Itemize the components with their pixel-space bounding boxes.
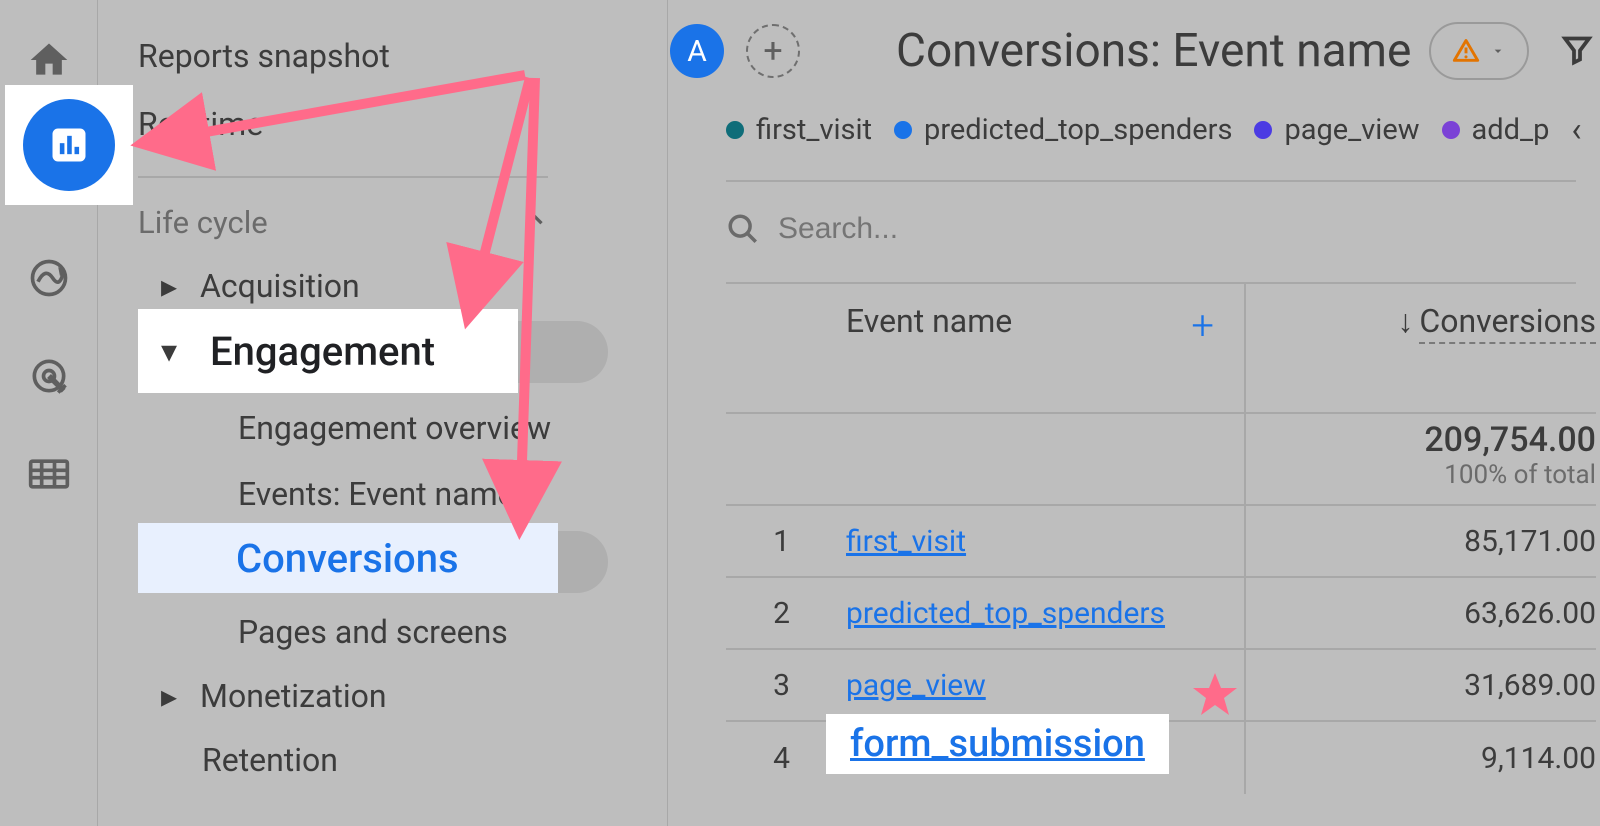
legend-item[interactable]: first_visit: [726, 113, 872, 147]
divider: [726, 180, 1576, 182]
search-input[interactable]: [778, 212, 1078, 246]
library-icon[interactable]: [19, 444, 79, 504]
event-link[interactable]: page_view: [846, 668, 986, 703]
nav-label: Monetization: [200, 677, 387, 715]
legend-item[interactable]: predicted_top_spenders: [894, 113, 1232, 147]
caret-down-icon: [1490, 43, 1506, 59]
nav-engagement[interactable]: ▾ Engagement: [138, 317, 598, 395]
home-icon[interactable]: [19, 30, 79, 90]
legend-label: predicted_top_spenders: [924, 113, 1232, 147]
nav-label: Acquisition: [200, 267, 360, 305]
legend-prev-icon[interactable]: ‹: [1571, 110, 1581, 150]
segment-chip[interactable]: A: [670, 24, 724, 78]
col-label: Event name: [846, 302, 1012, 340]
nav-events[interactable]: Events: Event name: [138, 461, 667, 527]
conversions-table: Event name + ↓Conversions 209,754.00 100…: [726, 284, 1596, 794]
legend-label: first_visit: [756, 113, 872, 147]
caret-right-icon: ▸: [158, 267, 180, 305]
nav-label: Conversions: [236, 535, 459, 582]
event-link[interactable]: first_visit: [846, 524, 966, 559]
main-content: A + Conversions: Event name first_visit …: [670, 0, 1600, 826]
col-header-event-name[interactable]: Event name +: [726, 284, 1246, 412]
table-row: 1 first_visit 85,171.00: [726, 506, 1596, 578]
divider: [138, 176, 548, 178]
chart-legend: first_visit predicted_top_spenders page_…: [726, 110, 1596, 170]
legend-item[interactable]: add_p: [1442, 113, 1550, 147]
legend-label: add_p: [1472, 113, 1550, 147]
row-index: 2: [726, 596, 846, 631]
explore-icon[interactable]: [19, 248, 79, 308]
nav-realtime[interactable]: Realtime: [138, 90, 667, 158]
reports-icon-active[interactable]: [5, 85, 133, 205]
legend-item[interactable]: page_view: [1254, 113, 1419, 147]
table-row: 2 predicted_top_spenders 63,626.00: [726, 578, 1596, 650]
caret-down-icon: ▾: [158, 332, 180, 370]
row-value: 85,171.00: [1246, 524, 1596, 559]
chevron-up-icon: [522, 204, 548, 241]
filter-icon[interactable]: [1559, 31, 1595, 71]
row-value: 31,689.00: [1246, 668, 1596, 703]
table-header-row: Event name + ↓Conversions: [726, 284, 1596, 414]
total-percent: 100% of total: [1444, 460, 1596, 490]
ads-icon[interactable]: [19, 346, 79, 406]
table-summary-row: 209,754.00 100% of total: [726, 414, 1596, 506]
nav-label: Engagement: [210, 328, 435, 375]
table-search[interactable]: [726, 212, 1078, 246]
event-link[interactable]: form_submission: [850, 722, 1145, 766]
col-header-conversions[interactable]: ↓Conversions: [1246, 284, 1596, 412]
nav-retention[interactable]: Retention: [138, 727, 667, 793]
row-index: 1: [726, 524, 846, 559]
row-index: 3: [726, 668, 846, 703]
insights-alert-button[interactable]: [1429, 22, 1529, 80]
nav-monetization[interactable]: ▸ Monetization: [138, 665, 598, 727]
alert-triangle-icon: [1452, 37, 1480, 65]
row-value: 9,114.00: [1246, 741, 1596, 776]
add-segment-button[interactable]: +: [746, 24, 800, 78]
row-value: 63,626.00: [1246, 596, 1596, 631]
report-nav-sidebar: Reports snapshot Realtime Life cycle ▸ A…: [98, 0, 668, 826]
table-row: 4 form_submission 9,114.00: [726, 722, 1596, 794]
nav-pages-screens[interactable]: Pages and screens: [138, 599, 667, 665]
page-title: Conversions: Event name: [896, 24, 1411, 78]
legend-label: page_view: [1284, 113, 1419, 147]
table-row: 3 page_view 31,689.00: [726, 650, 1596, 722]
search-icon: [726, 212, 760, 246]
nav-acquisition[interactable]: ▸ Acquisition: [138, 255, 598, 317]
total-value: 209,754.00: [1246, 420, 1596, 460]
event-link[interactable]: predicted_top_spenders: [846, 596, 1165, 631]
nav-conversions[interactable]: Conversions: [138, 527, 598, 599]
add-dimension-button[interactable]: +: [1191, 302, 1214, 349]
section-label: Life cycle: [138, 204, 268, 241]
sort-down-icon: ↓: [1397, 302, 1413, 340]
nav-engagement-overview[interactable]: Engagement overview: [138, 395, 667, 461]
col-label: Conversions: [1419, 302, 1596, 344]
caret-right-icon: ▸: [158, 677, 180, 715]
section-lifecycle[interactable]: Life cycle: [138, 196, 548, 251]
nav-reports-snapshot[interactable]: Reports snapshot: [138, 22, 667, 90]
